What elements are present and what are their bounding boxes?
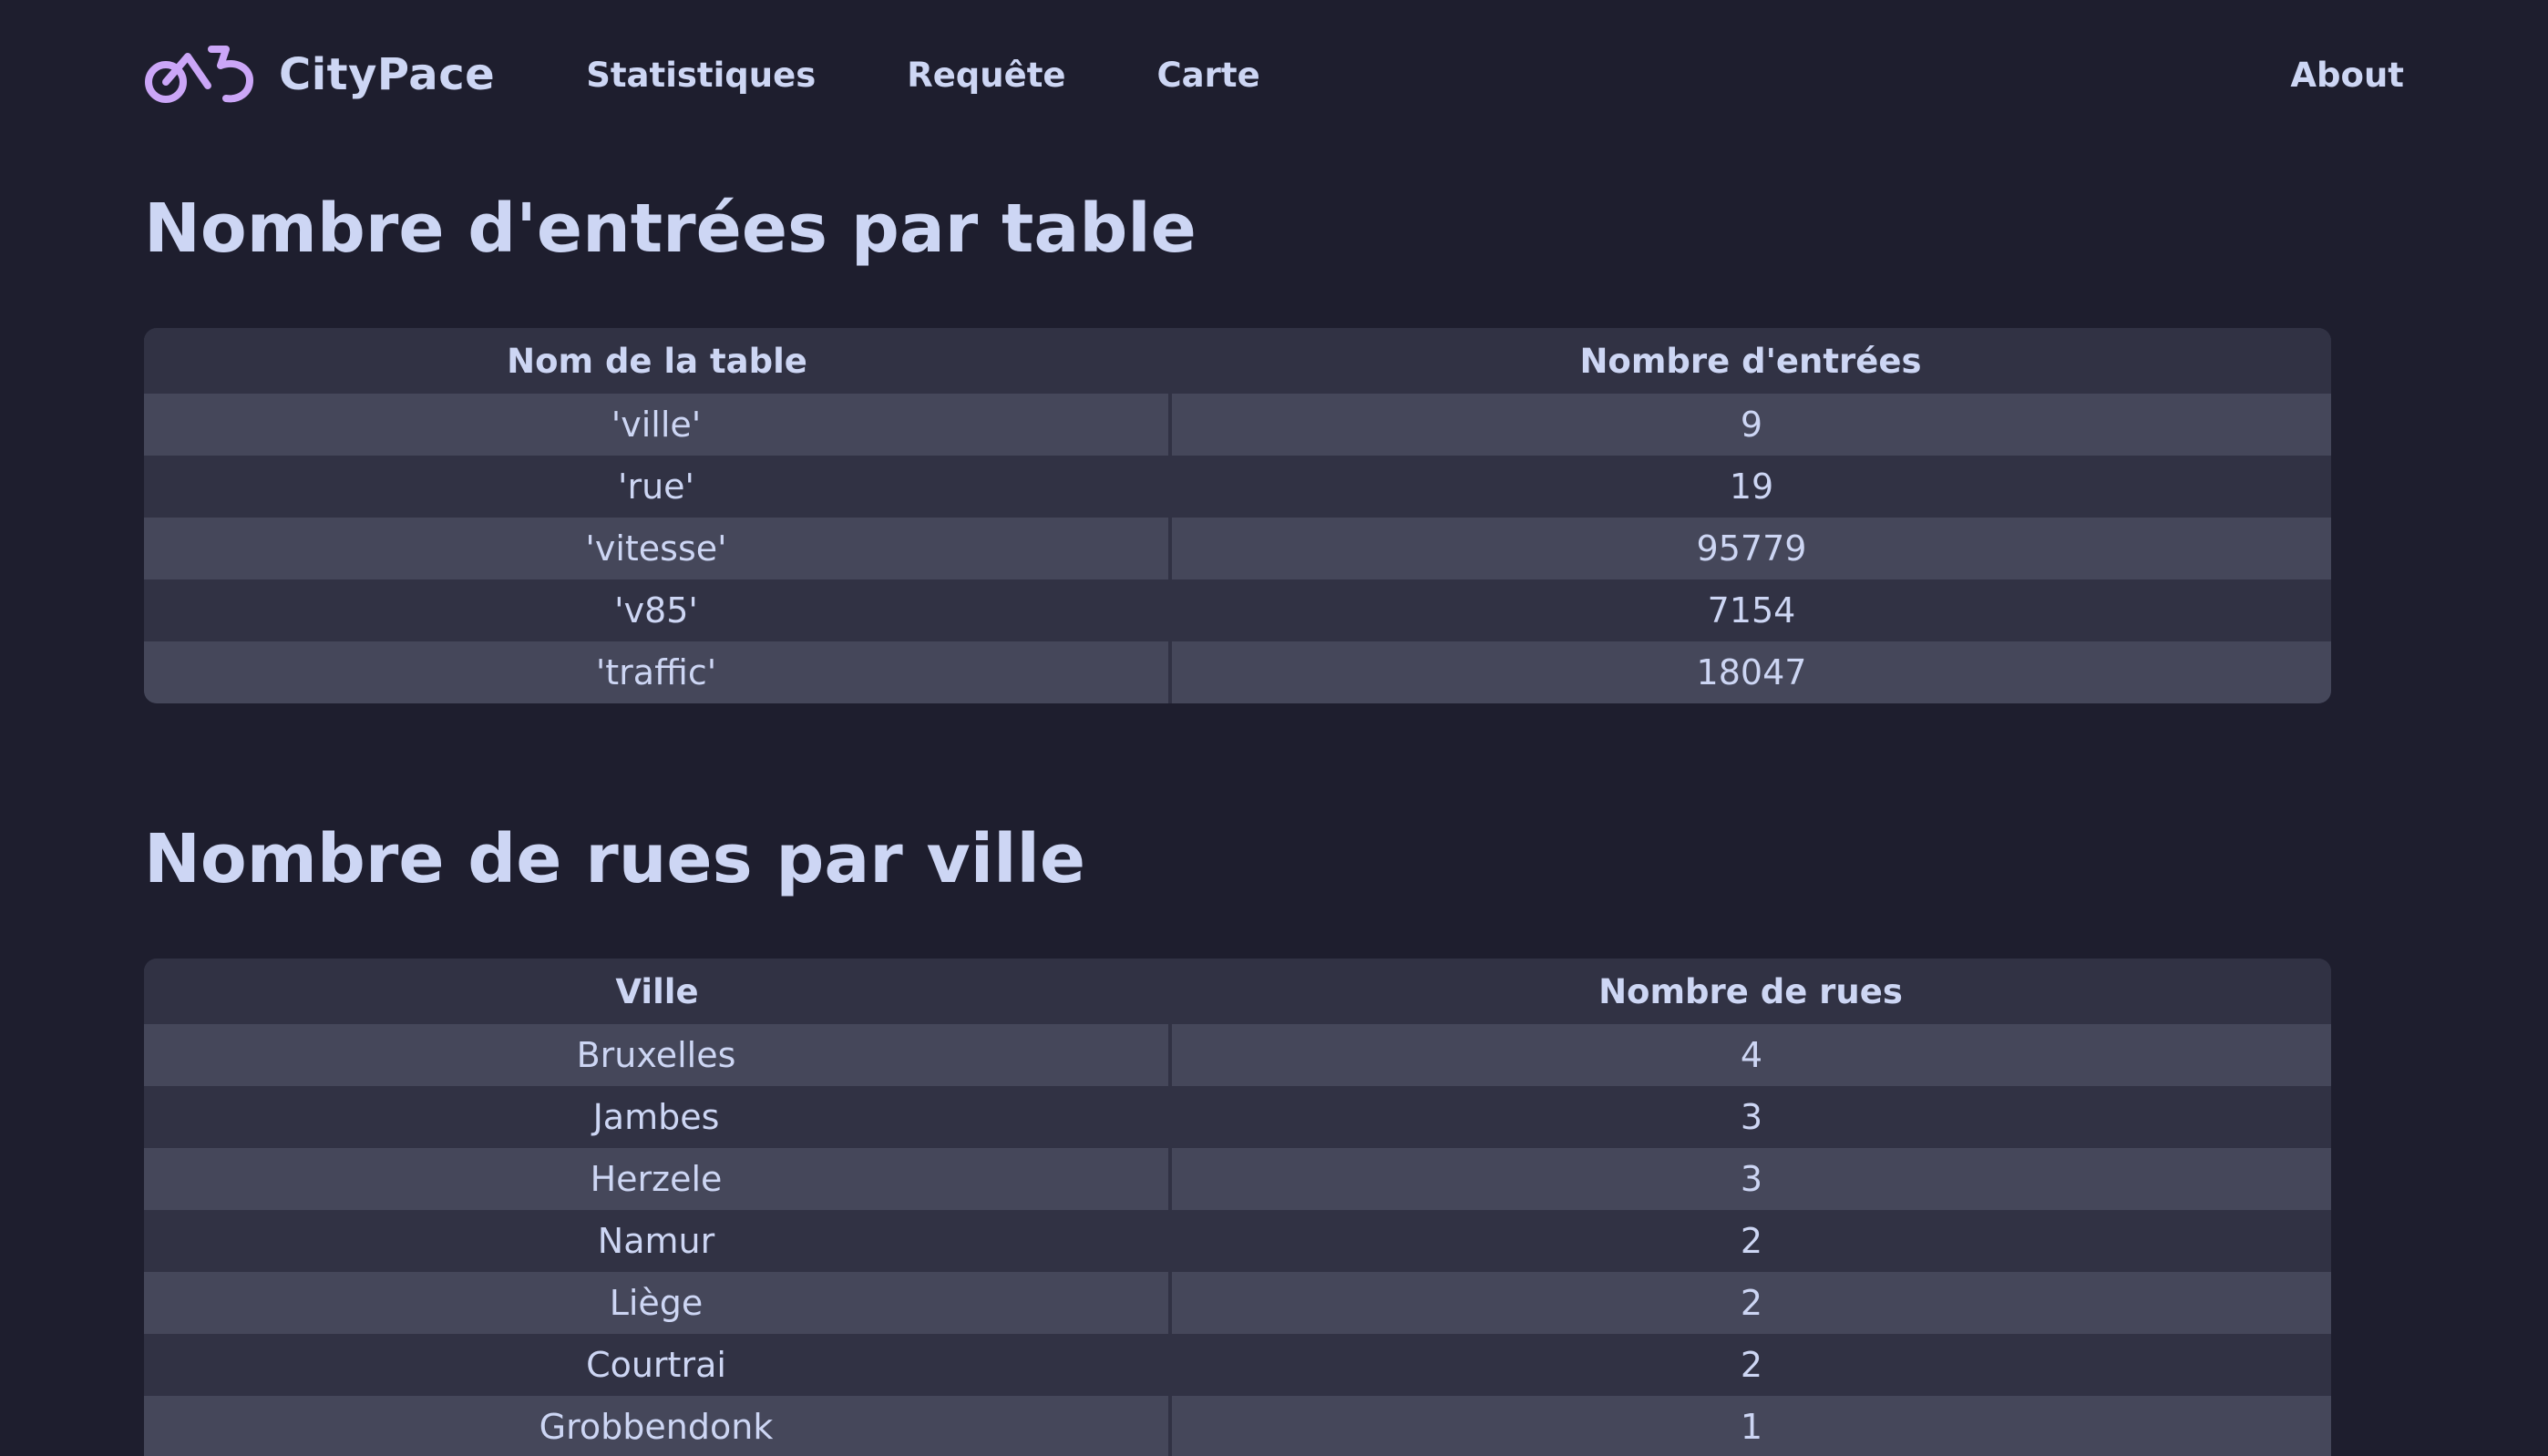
- table-cell: 2: [1170, 1210, 2331, 1272]
- table-cell: Bruxelles: [144, 1024, 1172, 1086]
- nav-link-requete[interactable]: Requête: [907, 56, 1065, 95]
- table-cell: 'ville': [144, 394, 1172, 456]
- table-row: Jambes 3: [144, 1086, 2331, 1148]
- nav-links: Statistiques Requête Carte: [586, 56, 1259, 95]
- table-row: 'rue' 19: [144, 456, 2331, 518]
- entries-table: Nom de la table Nombre d'entrées 'ville'…: [144, 328, 2331, 703]
- table-cell: 2: [1170, 1272, 2331, 1334]
- table-cell: 1: [1170, 1396, 2331, 1456]
- section-title-streets: Nombre de rues par ville: [144, 820, 1086, 898]
- table-cell: 3: [1170, 1148, 2331, 1210]
- table-cell: 'vitesse': [144, 518, 1172, 579]
- table-row: 'traffic' 18047: [144, 641, 2331, 703]
- table-cell: 'traffic': [144, 641, 1172, 703]
- table-row: Courtrai 2: [144, 1334, 2331, 1396]
- table-header-row: Nom de la table Nombre d'entrées: [144, 328, 2331, 394]
- column-header: Nom de la table: [144, 328, 1170, 394]
- table-cell: 3: [1170, 1086, 2331, 1148]
- table-cell: Courtrai: [144, 1334, 1172, 1396]
- table-cell: Liège: [144, 1272, 1172, 1334]
- table-cell: Jambes: [144, 1086, 1172, 1148]
- nav-link-about[interactable]: About: [2290, 56, 2404, 95]
- table-cell: 18047: [1170, 641, 2331, 703]
- table-cell: Herzele: [144, 1148, 1172, 1210]
- table-row: 'v85' 7154: [144, 579, 2331, 641]
- table-cell: 95779: [1170, 518, 2331, 579]
- entries-table-container: Nom de la table Nombre d'entrées 'ville'…: [144, 328, 2331, 703]
- table-header-row: Ville Nombre de rues: [144, 959, 2331, 1024]
- table-row: Namur 2: [144, 1210, 2331, 1272]
- table-cell: 'rue': [144, 456, 1172, 518]
- table-row: 'ville' 9: [144, 394, 2331, 456]
- brand-name: CityPace: [279, 49, 496, 100]
- table-row: Grobbendonk 1: [144, 1396, 2331, 1456]
- column-header: Nombre de rues: [1170, 959, 2331, 1024]
- section-title-entries: Nombre d'entrées par table: [144, 190, 1197, 268]
- column-header: Ville: [144, 959, 1170, 1024]
- streets-table-container: Ville Nombre de rues Bruxelles 4 Jambes …: [144, 959, 2331, 1456]
- brand-link[interactable]: CityPace: [144, 42, 495, 108]
- table-row: 'vitesse' 95779: [144, 518, 2331, 579]
- streets-table: Ville Nombre de rues Bruxelles 4 Jambes …: [144, 959, 2331, 1456]
- table-cell: 4: [1170, 1024, 2331, 1086]
- bicycle-logo-icon: [145, 46, 253, 103]
- table-row: Liège 2: [144, 1272, 2331, 1334]
- table-cell: 19: [1170, 456, 2331, 518]
- table-cell: 'v85': [144, 579, 1172, 641]
- navbar: CityPace Statistiques Requête Carte Abou…: [0, 0, 2548, 149]
- nav-link-carte[interactable]: Carte: [1157, 56, 1260, 95]
- page: CityPace Statistiques Requête Carte Abou…: [0, 0, 2548, 1456]
- table-row: Herzele 3: [144, 1148, 2331, 1210]
- table-row: Bruxelles 4: [144, 1024, 2331, 1086]
- table-cell: Grobbendonk: [144, 1396, 1172, 1456]
- column-header: Nombre d'entrées: [1170, 328, 2331, 394]
- table-cell: Namur: [144, 1210, 1172, 1272]
- table-cell: 2: [1170, 1334, 2331, 1396]
- table-cell: 9: [1170, 394, 2331, 456]
- table-cell: 7154: [1170, 579, 2331, 641]
- nav-link-statistiques[interactable]: Statistiques: [586, 56, 816, 95]
